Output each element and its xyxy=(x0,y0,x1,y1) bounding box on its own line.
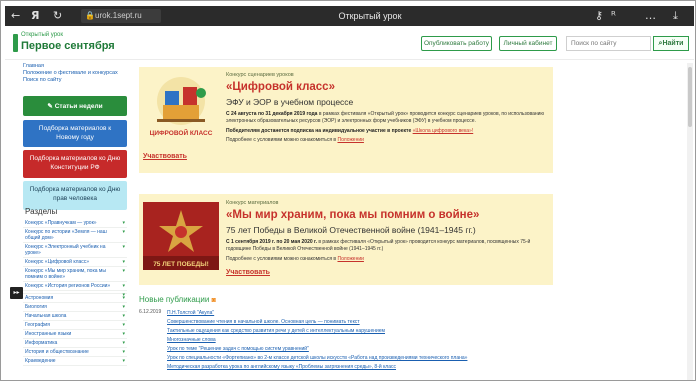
section-item[interactable]: Иностранные языки ▾ xyxy=(23,330,127,339)
section-item[interactable]: Конкурс «Мы мир храним, пока мы помним о… xyxy=(23,267,127,282)
logo-icon xyxy=(13,34,18,52)
search-input[interactable] xyxy=(566,36,651,51)
section-item[interactable]: География ▾ xyxy=(23,321,127,330)
address-bar[interactable]: 🔒 urok.1sept.ru xyxy=(81,9,161,23)
yandex-icon[interactable]: Я xyxy=(31,9,39,23)
sidebar: Главная Положение о фестивале и конкурса… xyxy=(23,63,127,380)
lock-icon: 🔒 xyxy=(85,11,95,20)
contest-card-victory: 75 ЛЕТ ПОБЕДЫ! Конкурс материалов «Мы ми… xyxy=(139,194,553,285)
section-item[interactable]: Конкурс «Электронный учебник на уроке» ▾ xyxy=(23,243,127,258)
reload-icon[interactable]: ↻ xyxy=(53,9,62,23)
card-description: С 24 августа по 31 декабря 2019 года в р… xyxy=(226,111,545,124)
section-item[interactable]: Биология ▾ xyxy=(23,303,127,312)
news-list: П.Н.Толстой "Акула" Совершенствование чт… xyxy=(167,309,567,372)
chevron-down-icon: ▾ xyxy=(122,259,125,265)
chevron-down-icon: ▾ xyxy=(122,229,125,235)
section-item[interactable]: Конкурс «Цифровой класс» ▾ xyxy=(23,258,127,267)
svg-text:75 ЛЕТ ПОБЕДЫ!: 75 ЛЕТ ПОБЕДЫ! xyxy=(153,261,209,268)
news-item[interactable]: Урок по специальности «Фортепиано» во 2-… xyxy=(167,354,567,363)
card-prize: Победителям достанется подписка на индив… xyxy=(226,128,474,134)
news-item[interactable]: Методическая разработка урока по английс… xyxy=(167,363,567,372)
section-item[interactable]: Конкурс «История регионов России» ▾ xyxy=(23,282,127,291)
victory-image: 75 ЛЕТ ПОБЕДЫ! xyxy=(143,202,219,270)
news-item[interactable]: Совершенствование чтения в начальной шко… xyxy=(167,318,567,327)
key-icon[interactable]: ⚷ xyxy=(595,9,603,23)
participate-link-victory[interactable]: Участвовать xyxy=(226,269,270,276)
sidebar-link-rules[interactable]: Положение о фестивале и конкурсах xyxy=(23,70,127,77)
bookmark-icon[interactable]: ᴿ xyxy=(611,9,616,23)
human-rights-materials-button[interactable]: Подборка материалов ко Дню прав человека xyxy=(23,181,127,210)
chevron-down-icon: ▾ xyxy=(122,340,125,346)
section-item[interactable]: Конкурс по истории «Земля — наш общий до… xyxy=(23,228,127,243)
constitution-materials-button[interactable]: Подборка материалов ко Дню Конституции Р… xyxy=(23,150,127,178)
section-item[interactable]: Информатика ▾ xyxy=(23,339,127,348)
side-panel-toggle-icon[interactable]: ▸▸ xyxy=(10,287,23,299)
chevron-down-icon: ▾ xyxy=(122,349,125,355)
address-text: urok.1sept.ru xyxy=(95,11,142,20)
chevron-down-icon: ▾ xyxy=(122,358,125,364)
chevron-down-icon: ▾ xyxy=(122,244,125,250)
publish-button[interactable]: Опубликовать работу xyxy=(421,36,492,51)
chevron-down-icon: ▾ xyxy=(122,313,125,319)
cabinet-button[interactable]: Личный кабинет xyxy=(499,36,557,51)
logo-subtitle[interactable]: Открытый урок xyxy=(21,32,63,38)
school-link[interactable]: «Школа цифрового века»! xyxy=(413,128,474,134)
card-conditions: Подробнее с условиями можно ознакомиться… xyxy=(226,137,364,143)
section-item[interactable]: Начальная школа ▾ xyxy=(23,312,127,321)
chevron-down-icon: ▾ xyxy=(122,268,125,274)
section-item[interactable]: Конкурс «Правнучкам — урок» ▾ xyxy=(23,219,127,228)
news-item[interactable]: Тактильные ощущения как средство развити… xyxy=(167,327,567,336)
card-category: Конкурс сценариев уроков xyxy=(226,72,294,78)
card-description: С 1 сентября 2019 г. по 20 мая 2020 г. в… xyxy=(226,239,531,252)
sidebar-link-search[interactable]: Поиск по сайту xyxy=(23,77,127,84)
card-conditions: Подробнее с условиями можно ознакомиться… xyxy=(226,256,364,262)
card-title[interactable]: «Цифровой класс» xyxy=(226,81,335,93)
news-item[interactable]: П.Н.Толстой "Акула" xyxy=(167,309,567,318)
sidebar-link-home[interactable]: Главная xyxy=(23,63,127,70)
svg-text:ЦИФРОВОЙ КЛАСС: ЦИФРОВОЙ КЛАСС xyxy=(150,128,213,137)
search-button[interactable]: ⌕Найти xyxy=(653,36,689,51)
card-subtitle: ЭФУ и ЭОР в учебном процессе xyxy=(226,97,354,107)
chevron-down-icon: ▾ xyxy=(122,304,125,310)
download-icon[interactable]: ⤓ xyxy=(673,9,678,23)
chevron-down-icon: ▾ xyxy=(122,322,125,328)
card-category: Конкурс материалов xyxy=(226,200,279,206)
sections-list: Конкурс «Правнучкам — урок» ▾ Конкурс по … xyxy=(23,219,127,366)
browser-toolbar: ← Я ↻ 🔒 urok.1sept.ru Открытый урок ⚷ ᴿ … xyxy=(5,6,694,26)
contest-card-digital-class: ЦИФРОВОЙ КЛАСС Конкурс сценариев уроков … xyxy=(139,67,553,173)
arrow-left-icon[interactable]: ← xyxy=(11,9,20,23)
page-frame: ← Я ↻ 🔒 urok.1sept.ru Открытый урок ⚷ ᴿ … xyxy=(0,0,696,381)
pencil-icon: ✎ xyxy=(47,103,55,110)
site-header: Открытый урок Первое сентября Опубликова… xyxy=(5,27,694,60)
news-item[interactable]: Многозначные слова xyxy=(167,336,567,345)
sections-heading: Разделы xyxy=(25,207,58,216)
menu-icon[interactable]: … xyxy=(645,9,656,23)
chevron-down-icon: ▾ xyxy=(122,283,125,289)
card-subtitle: 75 лет Победы в Великой Отечественной во… xyxy=(226,225,476,235)
new-publications-heading: Новые публикации ◙ xyxy=(139,295,216,304)
tab-title: Открытый урок xyxy=(338,11,402,21)
section-item[interactable]: Астрономия ▾ xyxy=(23,294,127,303)
news-date: 6.12.2019 xyxy=(139,309,162,315)
sidebar-top-links: Главная Положение о фестивале и конкурса… xyxy=(23,63,127,84)
articles-of-week-button[interactable]: ✎ Статьи недели xyxy=(23,96,127,116)
digital-class-image: ЦИФРОВОЙ КЛАСС xyxy=(143,71,219,141)
section-item[interactable]: Краеведение ▾ xyxy=(23,357,127,366)
section-item[interactable]: История и обществознание ▾ xyxy=(23,348,127,357)
chevron-down-icon: ▾ xyxy=(122,220,125,226)
chevron-down-icon: ▾ xyxy=(122,331,125,337)
card-title[interactable]: «Мы мир храним, пока мы помним о войне» xyxy=(226,209,479,221)
news-item[interactable]: Урок по теме "Решение задач с помощью си… xyxy=(167,345,567,354)
rss-icon[interactable]: ◙ xyxy=(212,297,216,304)
scrollbar-thumb[interactable] xyxy=(688,67,692,127)
logo-title[interactable]: Первое сентября xyxy=(21,40,115,52)
new-year-materials-button[interactable]: Подборка материалов к Новому году xyxy=(23,120,127,147)
regulations-link[interactable]: Положении xyxy=(337,256,363,262)
chevron-down-icon: ▾ xyxy=(122,295,125,301)
participate-link-digital-class[interactable]: Участвовать xyxy=(143,153,187,160)
regulations-link[interactable]: Положении xyxy=(337,137,363,143)
